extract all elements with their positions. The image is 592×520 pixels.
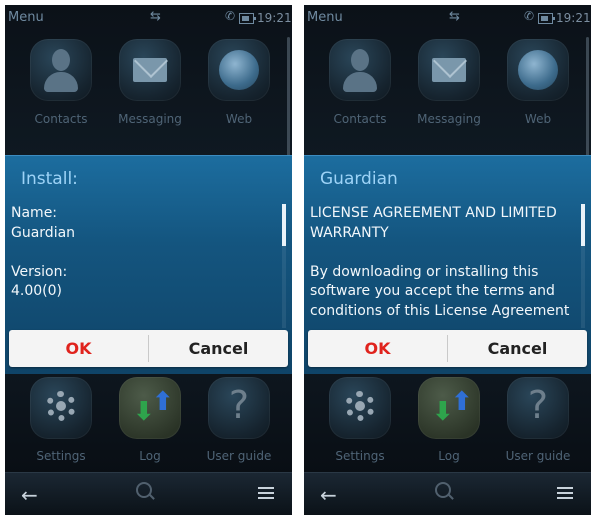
app-label: Contacts [333, 112, 387, 126]
app-label: User guide [206, 449, 272, 463]
app-label: Settings [335, 449, 385, 463]
app-log[interactable]: ⬇ ⬆ Log [409, 377, 489, 477]
app-web[interactable]: Web [199, 39, 279, 139]
dialog-title: Guardian [320, 169, 398, 189]
log-icon: ⬇ ⬆ [418, 377, 480, 439]
dialog-paragraph: Name: Guardian [11, 205, 76, 241]
dialog-paragraph: Version: 4.00(0) [11, 263, 68, 300]
battery-icon [538, 13, 555, 24]
bottom-toolbar: ← [304, 472, 591, 515]
search-icon[interactable] [136, 482, 152, 498]
app-settings[interactable]: Settings [21, 377, 101, 477]
back-arrow-icon[interactable]: ← [320, 483, 337, 507]
usb-icon: ⇆ [150, 9, 161, 24]
options-menu-icon[interactable] [557, 487, 573, 499]
app-web[interactable]: Web [498, 39, 578, 139]
web-icon [208, 39, 270, 101]
status-bar: Menu ⇆ ✆ 19:21 [304, 5, 591, 31]
scrollbar-thumb[interactable] [581, 204, 585, 246]
cancel-button[interactable]: Cancel [149, 330, 288, 367]
app-contacts[interactable]: Contacts [21, 39, 101, 139]
log-icon: ⬇ ⬆ [119, 377, 181, 439]
phone-screen-license: Menu ⇆ ✆ 19:21 Contacts Messaging Web Gu… [304, 5, 591, 515]
app-contacts[interactable]: Contacts [320, 39, 400, 139]
settings-icon [329, 377, 391, 439]
ok-button[interactable]: OK [9, 330, 148, 367]
signal-icon: ✆ [524, 9, 535, 23]
ok-button[interactable]: OK [308, 330, 447, 367]
dialog-buttons: OK Cancel [308, 330, 587, 367]
dialog-paragraph: By downloading or installing this softwa… [310, 263, 570, 319]
options-menu-icon[interactable] [258, 487, 274, 499]
menu-label[interactable]: Menu [307, 10, 343, 25]
messaging-icon [418, 39, 480, 101]
app-label: Log [438, 449, 460, 463]
app-label: Contacts [34, 112, 88, 126]
app-log[interactable]: ⬇ ⬆ Log [110, 377, 190, 477]
app-label: Web [524, 112, 552, 126]
dialog-paragraph: LICENSE AGREEMENT AND LIMITED WARRANTY [310, 205, 557, 241]
clock: 19:21 [257, 11, 292, 25]
app-user-guide[interactable]: ? User guide [199, 377, 279, 477]
user-guide-icon: ? [507, 377, 569, 439]
app-messaging[interactable]: Messaging [409, 39, 489, 139]
contacts-icon [329, 39, 391, 101]
app-label: Messaging [118, 112, 182, 126]
app-user-guide[interactable]: ? User guide [498, 377, 578, 477]
back-arrow-icon[interactable]: ← [21, 483, 38, 507]
dialog-body[interactable]: LICENSE AGREEMENT AND LIMITED WARRANTY B… [310, 204, 575, 328]
web-icon [507, 39, 569, 101]
status-bar: Menu ⇆ ✆ 19:21 [5, 5, 292, 31]
menu-label[interactable]: Menu [8, 10, 44, 25]
dialog-body[interactable]: Name: Guardian Version: 4.00(0) [11, 204, 276, 328]
app-settings[interactable]: Settings [320, 377, 400, 477]
dialog-buttons: OK Cancel [9, 330, 288, 367]
app-messaging[interactable]: Messaging [110, 39, 190, 139]
cancel-button[interactable]: Cancel [448, 330, 587, 367]
dialog-scrollbar[interactable] [282, 204, 286, 328]
usb-icon: ⇆ [449, 9, 460, 24]
messaging-icon [119, 39, 181, 101]
phone-screen-install: Menu ⇆ ✆ 19:21 Contacts Messaging Web In… [5, 5, 292, 515]
user-guide-icon: ? [208, 377, 270, 439]
dialog-title: Install: [21, 169, 78, 189]
app-label: Web [225, 112, 253, 126]
scrollbar-thumb[interactable] [282, 204, 286, 246]
search-icon[interactable] [435, 482, 451, 498]
app-label: Settings [36, 449, 86, 463]
clock: 19:21 [556, 11, 591, 25]
contacts-icon [30, 39, 92, 101]
signal-icon: ✆ [225, 9, 236, 23]
app-label: Log [139, 449, 161, 463]
dialog-scrollbar[interactable] [581, 204, 585, 328]
app-label: Messaging [417, 112, 481, 126]
app-label: User guide [505, 449, 571, 463]
settings-icon [30, 377, 92, 439]
battery-icon [239, 13, 256, 24]
bottom-toolbar: ← [5, 472, 292, 515]
